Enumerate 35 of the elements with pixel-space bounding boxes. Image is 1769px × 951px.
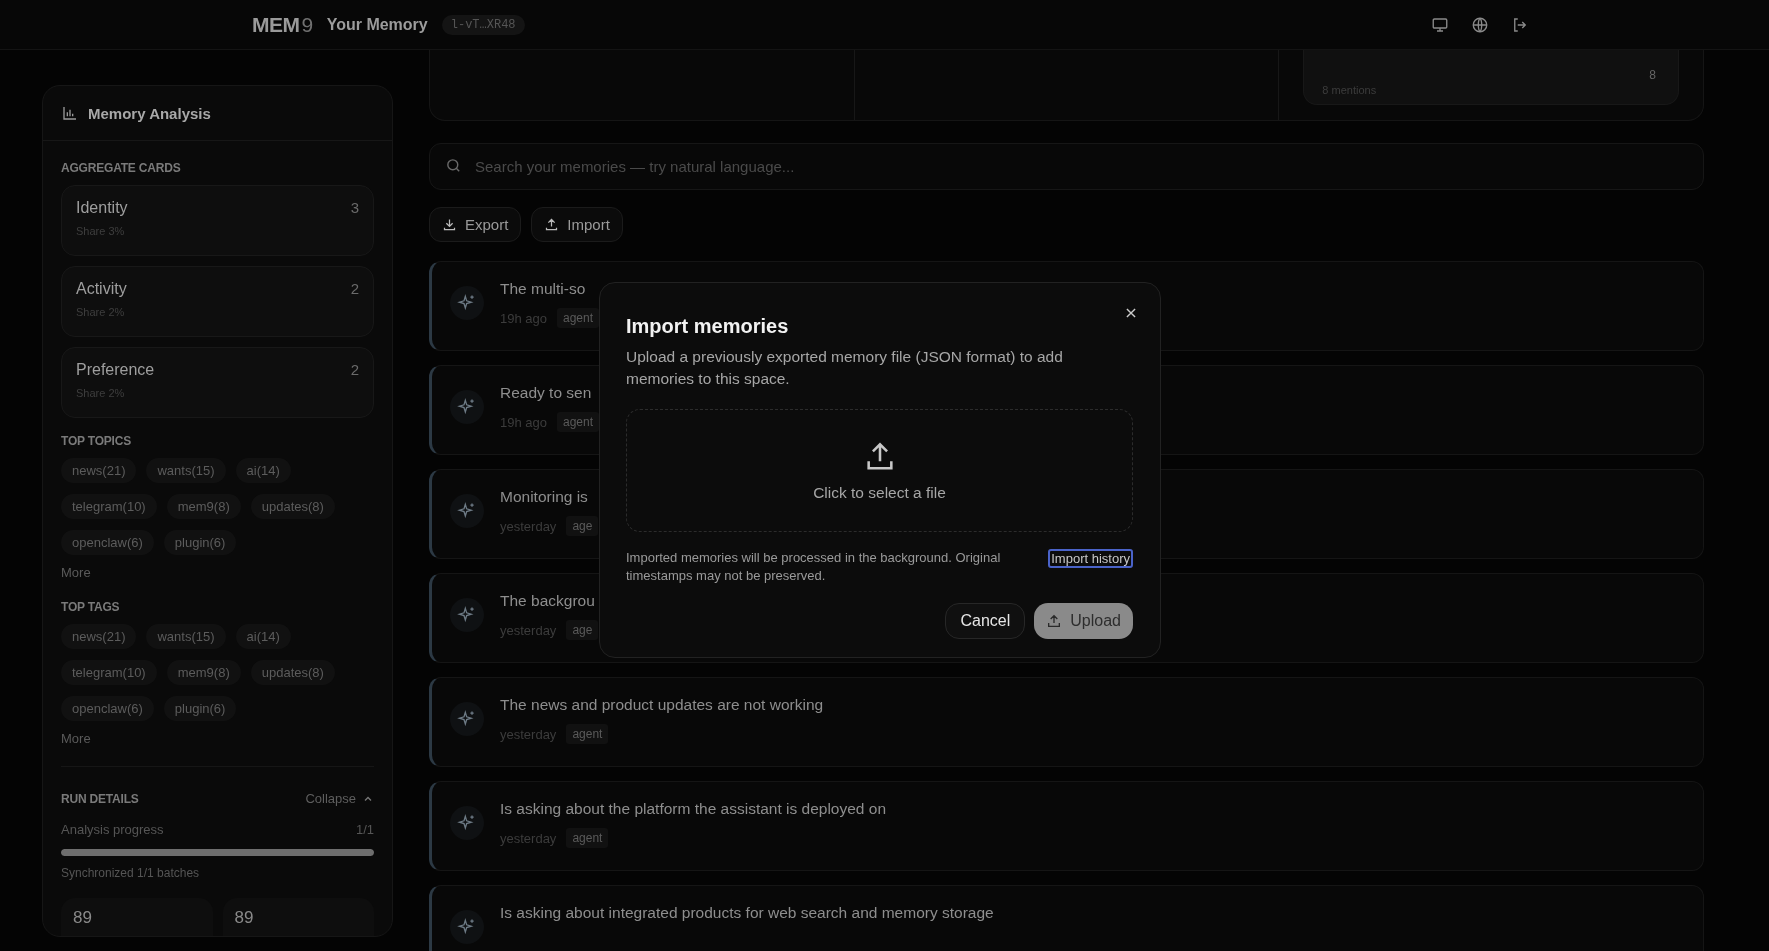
stat-card: 89 (222, 898, 374, 936)
memory-tag: agent (566, 828, 609, 848)
memory-text: The backgrou (500, 592, 596, 610)
memory-text: Is asking about the platform the assistant is deployed on (500, 800, 886, 818)
panel-title: Memory Analysis (88, 104, 211, 122)
memory-text: Monitoring is (500, 488, 589, 506)
memory-text: Is asking about integrated products for web search and memory storage (500, 904, 994, 922)
memory-text: Ready to sen (500, 384, 593, 402)
memory-text: The multi-so (500, 280, 587, 298)
aggregate-name: Activity (76, 280, 127, 298)
dialog-title: Import memories (626, 315, 790, 338)
space-id-badge: l-vT…XR48 (441, 14, 525, 35)
section-heading: RUN DETAILS (61, 791, 139, 806)
section-heading: TOP TOPICS (61, 434, 133, 448)
dialog-description: Upload a previously exported memory file (JSON format) to add memories to this space. (626, 347, 1064, 389)
aggregate-name: Identity (76, 199, 128, 217)
memory-tag: agent (557, 412, 600, 432)
memory-tag: agent (557, 308, 600, 328)
progress-label: Analysis progress (61, 822, 164, 837)
memory-text: The news and product updates are not working (500, 696, 824, 714)
aggregate-count: 3 (350, 199, 359, 216)
aggregate-count: 2 (350, 280, 359, 297)
section-heading: AGGREGATE CARDS (61, 161, 182, 175)
progress-note: Synchronized 1/1 batches (61, 866, 201, 880)
topic-count: 8 (1649, 68, 1656, 82)
stat-card: 89 (61, 898, 213, 936)
aggregate-count: 2 (350, 361, 359, 378)
memory-tag: age (566, 620, 599, 640)
dropzone-label: Click to select a file (813, 483, 946, 502)
progress-reading: 1/1 (355, 822, 374, 837)
memory-tag: agent (566, 724, 609, 744)
section-heading: TOP TAGS (61, 600, 121, 614)
page-title: Your Memory (326, 15, 428, 34)
aggregate-name: Preference (76, 361, 155, 379)
memory-tag: age (566, 516, 599, 536)
